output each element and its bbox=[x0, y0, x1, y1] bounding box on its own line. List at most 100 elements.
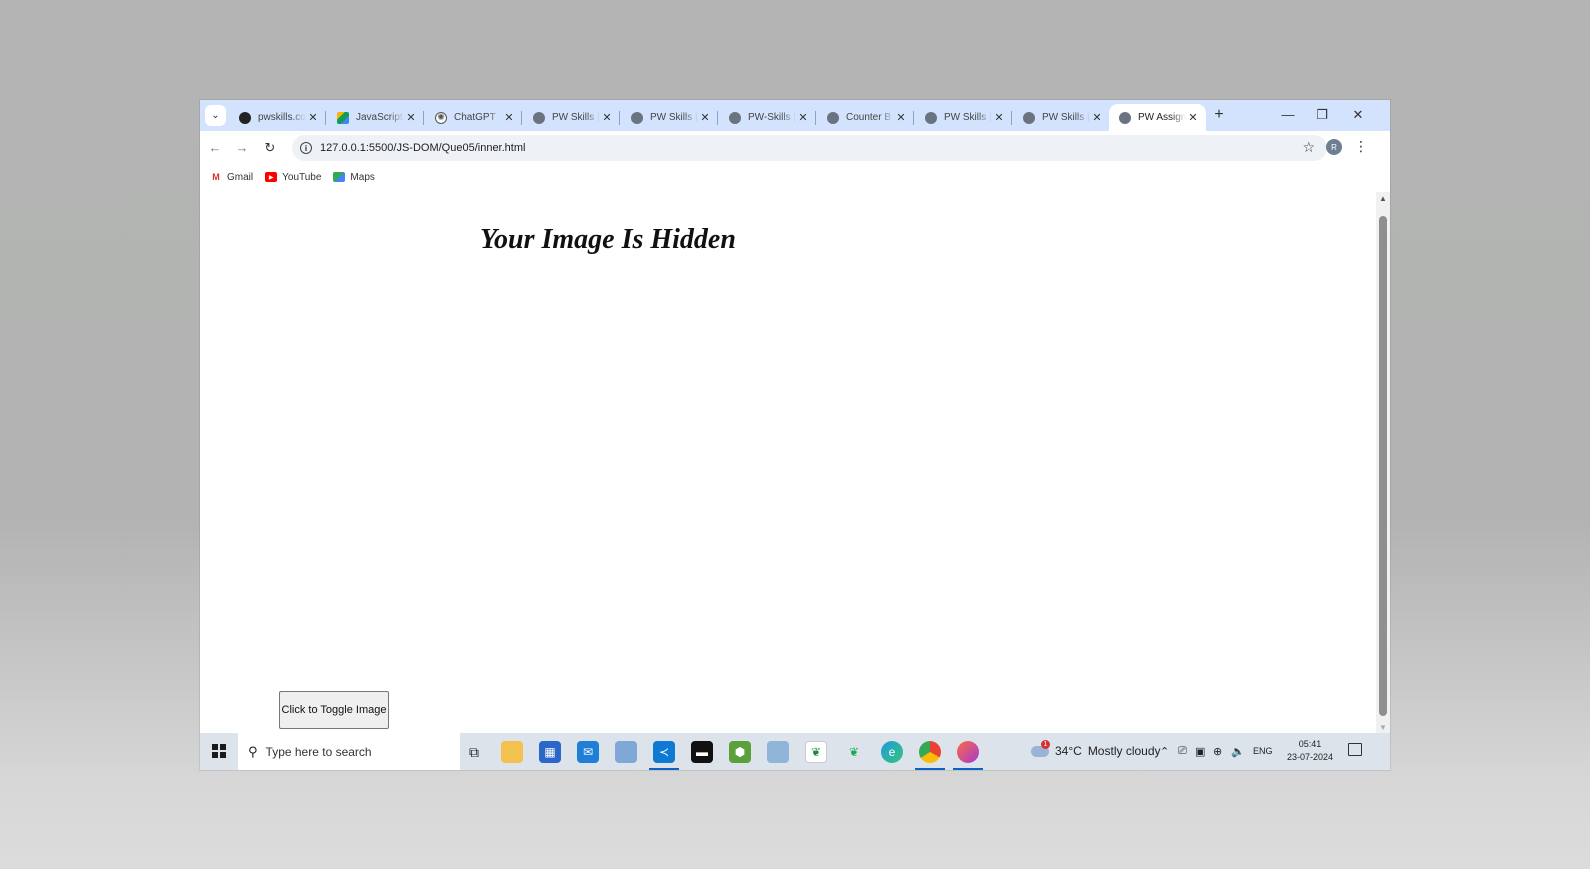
close-icon[interactable]: ✕ bbox=[894, 111, 908, 124]
globe-icon bbox=[631, 111, 643, 124]
store-icon[interactable]: ▦ bbox=[539, 741, 561, 763]
window-close-icon[interactable]: ✕ bbox=[1348, 107, 1368, 123]
edge-icon[interactable]: e bbox=[881, 741, 903, 763]
cloud-icon: 1 bbox=[1031, 739, 1050, 757]
volume-icon[interactable]: 🔈 bbox=[1231, 745, 1245, 758]
tab-counter[interactable]: Counter B ✕ bbox=[817, 104, 914, 131]
meet-icon[interactable]: ⎚ bbox=[1178, 745, 1187, 758]
globe-icon bbox=[533, 111, 545, 124]
nodejs-icon[interactable]: ⬢ bbox=[729, 741, 751, 763]
tab-javascript[interactable]: JavaScript ✕ bbox=[327, 104, 424, 131]
windows-start-icon[interactable] bbox=[212, 744, 226, 758]
weather-temp: 34°C bbox=[1055, 744, 1082, 758]
pwskills-icon bbox=[239, 111, 251, 124]
clock[interactable]: 05:41 23-07-2024 bbox=[1287, 738, 1333, 764]
tab-search-button[interactable]: ⌄ bbox=[205, 105, 226, 126]
mongodb-compass-icon[interactable]: ❦ bbox=[805, 741, 827, 763]
back-arrow-icon[interactable]: ← bbox=[206, 140, 224, 155]
bookmarks-bar: M Gmail ▶ YouTube Maps bbox=[200, 165, 1390, 189]
tab-title: pwskills.com bbox=[258, 112, 306, 123]
close-icon[interactable]: ✕ bbox=[404, 111, 418, 124]
scroll-thumb[interactable] bbox=[1379, 216, 1387, 716]
site-info-icon[interactable]: i bbox=[300, 142, 312, 154]
scroll-down-icon[interactable]: ▼ bbox=[1379, 723, 1387, 732]
close-icon[interactable]: ✕ bbox=[992, 111, 1006, 124]
page-scrollbar[interactable]: ▲ ▼ bbox=[1376, 192, 1390, 734]
reload-icon[interactable]: ↻ bbox=[261, 140, 279, 156]
tab-title: PW Skills | bbox=[552, 112, 600, 123]
forward-arrow-icon[interactable]: → bbox=[233, 140, 251, 155]
task-view-icon[interactable]: ⧉ bbox=[463, 741, 485, 763]
tab-pw-assign-active[interactable]: PW Assign ✕ bbox=[1109, 104, 1206, 131]
new-tab-button[interactable]: + bbox=[1209, 106, 1229, 124]
tab-pwskills[interactable]: pwskills.com ✕ bbox=[229, 104, 326, 131]
weather-text: Mostly cloudy bbox=[1087, 744, 1161, 758]
tab-title: PW-Skills | bbox=[748, 112, 796, 123]
address-bar[interactable]: i 127.0.0.1:5500/JS-DOM/Que05/inner.html… bbox=[292, 135, 1327, 161]
tab-title: PW Skills | bbox=[650, 112, 698, 123]
close-icon[interactable]: ✕ bbox=[306, 111, 320, 124]
vscode-icon[interactable]: ≺ bbox=[653, 741, 675, 763]
bookmark-youtube[interactable]: ▶ YouTube bbox=[265, 172, 321, 183]
browser-window: ⌄ pwskills.com ✕ JavaScript ✕ ✺ ChatGPT … bbox=[200, 100, 1390, 770]
close-icon[interactable]: ✕ bbox=[502, 111, 516, 124]
close-icon[interactable]: ✕ bbox=[796, 111, 810, 124]
more-menu-icon[interactable]: ⋮ bbox=[1354, 138, 1368, 155]
app-icon[interactable] bbox=[615, 741, 637, 763]
tab-pwskills-1[interactable]: PW Skills | ✕ bbox=[523, 104, 620, 131]
restore-icon[interactable]: ❐ bbox=[1312, 107, 1332, 123]
tab-title: JavaScript bbox=[356, 112, 403, 123]
weather-widget[interactable]: 1 34°C Mostly cloudy bbox=[1031, 739, 1161, 758]
windows-taskbar: ⚲ Type here to search ⧉ ▦ ✉ ≺ ▬ ⬢ ❦ ❦ e … bbox=[200, 733, 1390, 770]
browser-toolbar: ← → ↻ i 127.0.0.1:5500/JS-DOM/Que05/inne… bbox=[200, 131, 1390, 165]
tab-pwskills-2[interactable]: PW Skills | ✕ bbox=[621, 104, 718, 131]
search-placeholder: Type here to search bbox=[265, 744, 372, 759]
tab-pwskills-5[interactable]: PW Skills | ✕ bbox=[1013, 104, 1110, 131]
close-icon[interactable]: ✕ bbox=[600, 111, 614, 124]
bookmark-star-icon[interactable]: ☆ bbox=[1302, 139, 1315, 156]
page-content bbox=[200, 190, 1376, 732]
taskbar-search[interactable]: ⚲ Type here to search bbox=[238, 733, 460, 770]
mongodb-icon[interactable]: ❦ bbox=[843, 741, 865, 763]
url-text[interactable]: 127.0.0.1:5500/JS-DOM/Que05/inner.html bbox=[320, 142, 525, 154]
clock-time: 05:41 bbox=[1298, 739, 1322, 749]
tab-pwskills-4[interactable]: PW Skills | ✕ bbox=[915, 104, 1012, 131]
tab-strip: ⌄ pwskills.com ✕ JavaScript ✕ ✺ ChatGPT … bbox=[200, 100, 1390, 131]
chrome-active-indicator bbox=[915, 768, 945, 770]
firefox-active-indicator bbox=[953, 768, 983, 770]
chrome-icon[interactable] bbox=[919, 741, 941, 763]
globe-icon bbox=[1119, 111, 1131, 124]
network-globe-icon[interactable]: ⊕ bbox=[1213, 745, 1222, 758]
google-drive-icon bbox=[337, 111, 349, 124]
gmail-icon: M bbox=[212, 172, 220, 182]
close-icon[interactable]: ✕ bbox=[1090, 111, 1104, 124]
clock-date: 23-07-2024 bbox=[1287, 752, 1334, 762]
page-heading: Your Image Is Hidden bbox=[480, 224, 736, 255]
file-explorer-icon[interactable] bbox=[501, 741, 523, 763]
bookmark-label: YouTube bbox=[282, 171, 322, 183]
tab-pwskills-3[interactable]: PW-Skills | ✕ bbox=[719, 104, 816, 131]
globe-icon bbox=[1023, 111, 1035, 124]
app-icon-2[interactable] bbox=[767, 741, 789, 763]
language-indicator[interactable]: ENG bbox=[1253, 746, 1273, 756]
tab-title: ChatGPT bbox=[454, 112, 496, 123]
tab-chatgpt[interactable]: ✺ ChatGPT ✕ bbox=[425, 104, 522, 131]
minimize-icon[interactable]: — bbox=[1278, 107, 1298, 122]
terminal-icon[interactable]: ▬ bbox=[691, 741, 713, 763]
close-icon[interactable]: ✕ bbox=[698, 111, 712, 124]
tab-title: PW Skills | bbox=[1042, 112, 1090, 123]
notification-icon[interactable] bbox=[1348, 743, 1362, 756]
toggle-image-button[interactable]: Click to Toggle Image bbox=[279, 691, 389, 729]
close-icon[interactable]: ✕ bbox=[1186, 111, 1200, 124]
chevron-up-icon[interactable]: ⌃ bbox=[1160, 745, 1169, 758]
display-icon[interactable]: ▣ bbox=[1195, 745, 1205, 758]
scroll-up-icon[interactable]: ▲ bbox=[1379, 194, 1387, 203]
tab-title: PW Skills | bbox=[944, 112, 992, 123]
firefox-icon[interactable] bbox=[957, 741, 979, 763]
youtube-icon: ▶ bbox=[265, 172, 278, 182]
bookmark-maps[interactable]: Maps bbox=[333, 172, 375, 183]
mail-icon[interactable]: ✉ bbox=[577, 741, 599, 763]
bookmark-gmail[interactable]: M Gmail bbox=[210, 172, 253, 183]
chevron-down-icon: ⌄ bbox=[211, 110, 220, 121]
profile-avatar[interactable]: R bbox=[1326, 139, 1342, 155]
